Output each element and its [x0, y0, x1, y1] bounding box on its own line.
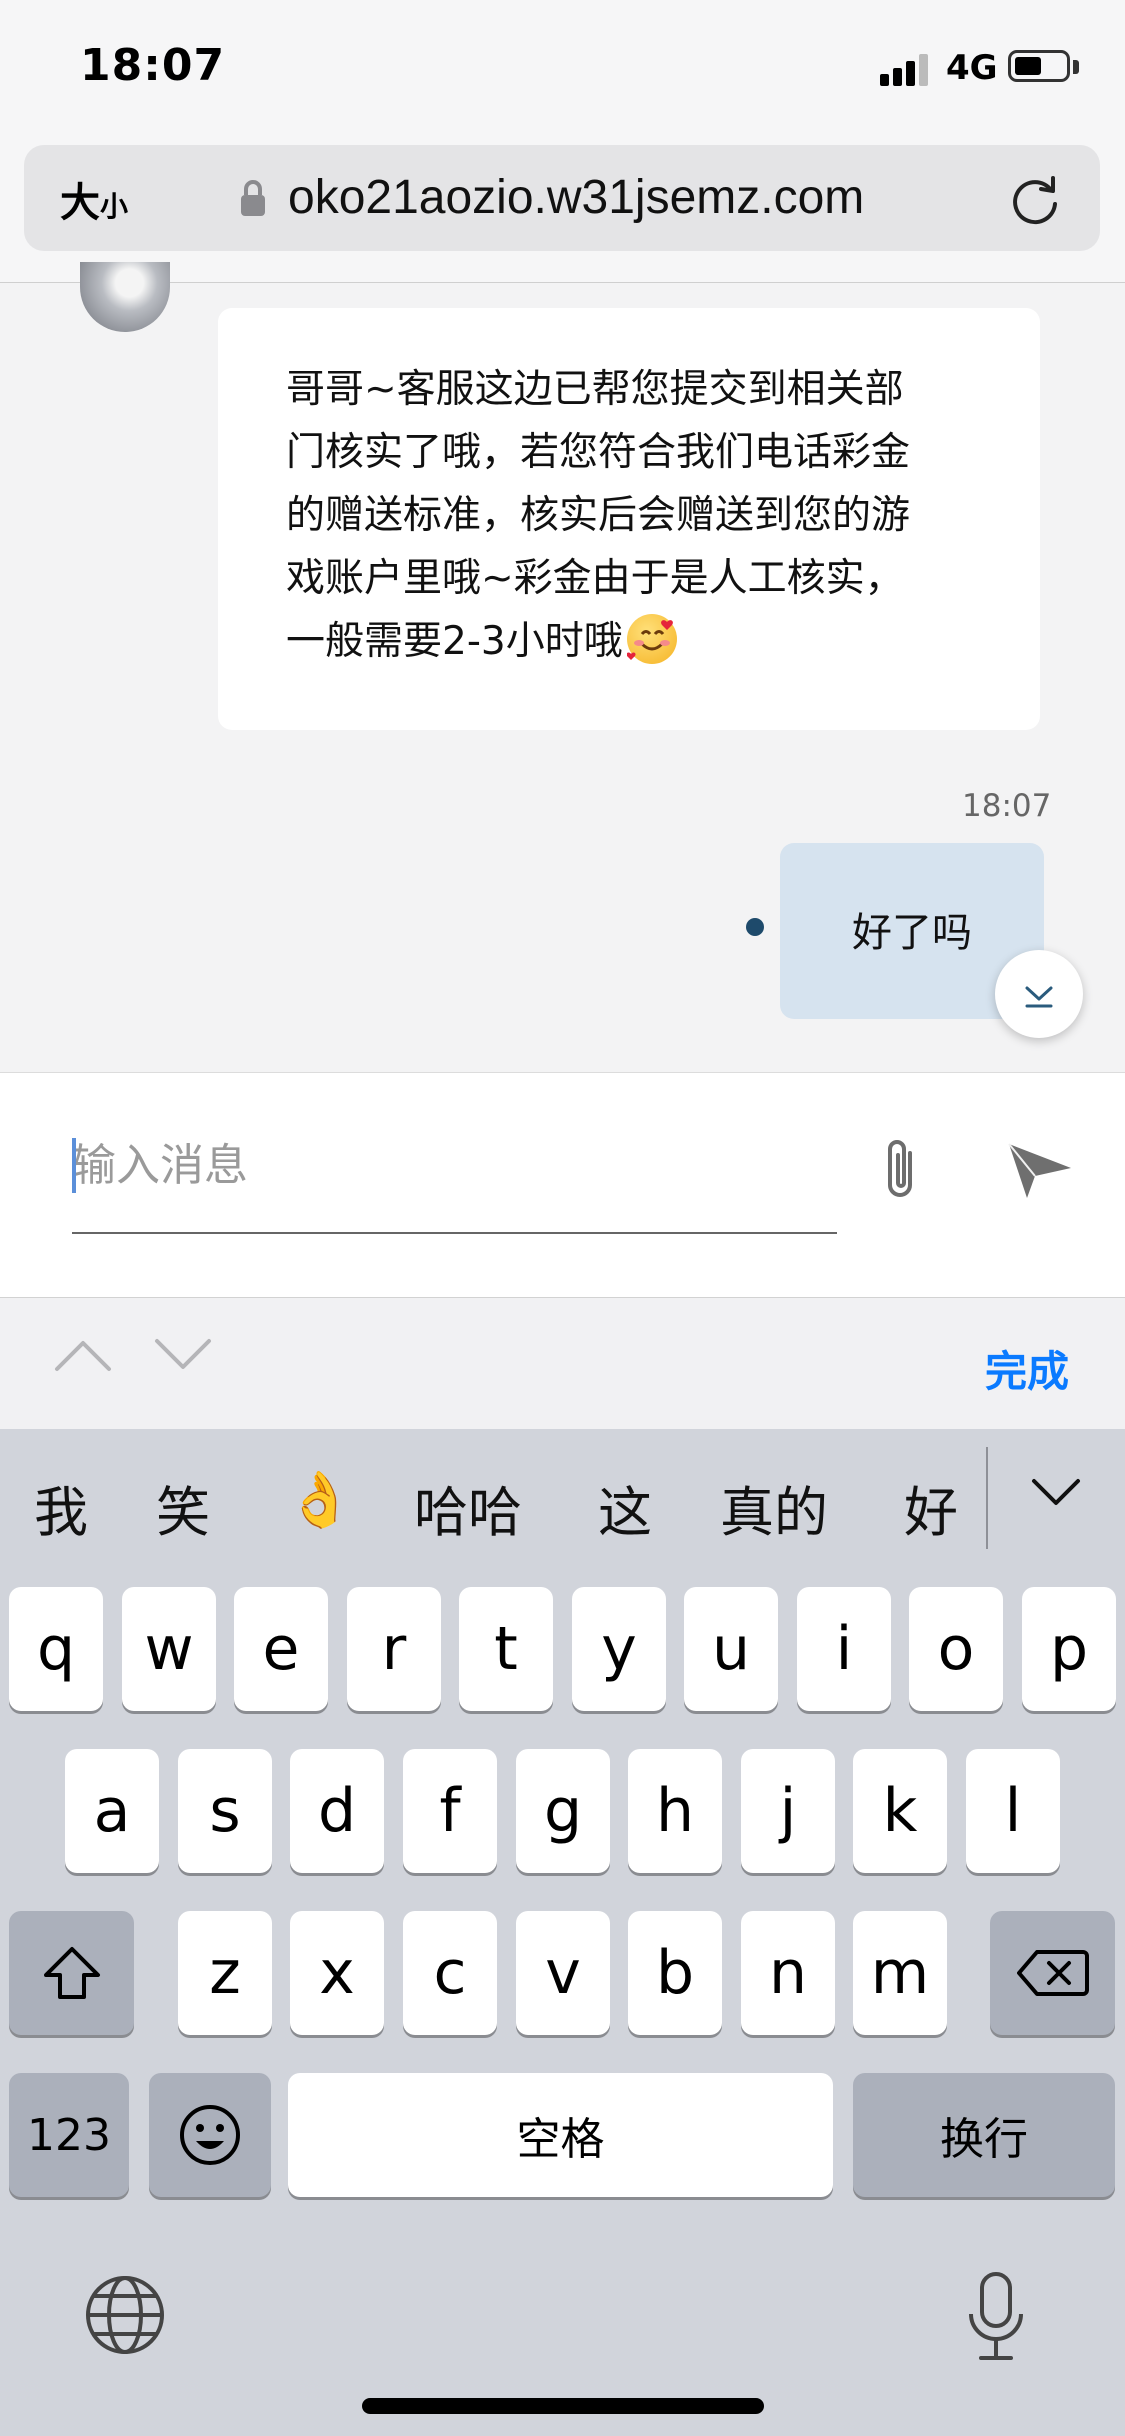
key-n[interactable]: n	[741, 1911, 835, 2035]
signal-icon	[880, 52, 934, 86]
key-i[interactable]: i	[797, 1587, 891, 1711]
key-c[interactable]: c	[403, 1911, 497, 2035]
unread-indicator	[746, 918, 764, 936]
return-key[interactable]: 换行	[853, 2073, 1115, 2197]
emoji-key[interactable]	[149, 2073, 271, 2197]
key-b[interactable]: b	[628, 1911, 722, 2035]
lock-icon	[241, 180, 265, 216]
candidate-word[interactable]: 好	[904, 1468, 958, 1547]
candidate-word[interactable]: 哈哈	[414, 1468, 522, 1547]
message-timestamp: 18:07	[962, 788, 1052, 824]
text-size-big: 大	[60, 180, 100, 226]
shift-icon	[43, 1947, 100, 1999]
key-f[interactable]: f	[403, 1749, 497, 1873]
candidate-word[interactable]: 我	[34, 1468, 88, 1547]
battery-icon	[1008, 50, 1070, 82]
key-q[interactable]: q	[9, 1587, 103, 1711]
candidate-word[interactable]: 笑	[156, 1468, 210, 1547]
text-size-small: 小	[100, 190, 129, 223]
candidate-word[interactable]: 这	[598, 1468, 652, 1547]
key-t[interactable]: t	[459, 1587, 553, 1711]
send-icon[interactable]	[1005, 1140, 1075, 1200]
space-key[interactable]: 空格	[288, 2073, 833, 2197]
key-s[interactable]: s	[178, 1749, 272, 1873]
home-indicator	[362, 2398, 764, 2414]
delete-key[interactable]	[990, 1911, 1115, 2035]
done-button[interactable]: 完成	[985, 1338, 1069, 1399]
agent-avatar	[80, 262, 170, 332]
key-g[interactable]: g	[516, 1749, 610, 1873]
key-u[interactable]: u	[684, 1587, 778, 1711]
network-label: 4G	[946, 48, 998, 88]
key-y[interactable]: y	[572, 1587, 666, 1711]
key-w[interactable]: w	[122, 1587, 216, 1711]
key-p[interactable]: p	[1022, 1587, 1116, 1711]
key-a[interactable]: a	[65, 1749, 159, 1873]
message-input[interactable]	[72, 1130, 832, 1200]
globe-icon[interactable]	[84, 2274, 166, 2356]
emoji-icon	[180, 2105, 240, 2165]
candidate-emoji[interactable]: 👌	[286, 1468, 353, 1532]
scroll-to-bottom-button[interactable]	[995, 950, 1083, 1038]
key-v[interactable]: v	[516, 1911, 610, 2035]
battery-tip	[1073, 60, 1079, 74]
outgoing-message-text: 好了吗	[852, 910, 972, 956]
key-o[interactable]: o	[909, 1587, 1003, 1711]
key-x[interactable]: x	[290, 1911, 384, 2035]
text-size-button[interactable]: 大小	[60, 170, 128, 228]
chevron-down-icon[interactable]	[1030, 1473, 1082, 1513]
key-r[interactable]: r	[347, 1587, 441, 1711]
smiling-face-with-hearts-icon	[626, 614, 677, 664]
candidate-word[interactable]: 真的	[720, 1468, 828, 1547]
microphone-icon[interactable]	[965, 2270, 1027, 2362]
candidate-divider	[986, 1447, 988, 1549]
key-l[interactable]: l	[966, 1749, 1060, 1873]
backspace-icon	[1016, 1950, 1089, 1996]
chevron-up-icon[interactable]	[52, 1335, 114, 1375]
key-m[interactable]: m	[853, 1911, 947, 2035]
key-k[interactable]: k	[853, 1749, 947, 1873]
text-cursor	[72, 1138, 76, 1193]
chevron-down-icon[interactable]	[152, 1335, 214, 1375]
key-e[interactable]: e	[234, 1587, 328, 1711]
key-j[interactable]: j	[741, 1749, 835, 1873]
key-z[interactable]: z	[178, 1911, 272, 2035]
key-d[interactable]: d	[290, 1749, 384, 1873]
chevron-down-icon	[1025, 986, 1053, 1008]
shift-key[interactable]	[9, 1911, 134, 2035]
incoming-message-body: 哥哥~客服这边已帮您提交到相关部 门核实了哦，若您符合我们电话彩金 的赠送标准，…	[286, 367, 911, 664]
url-text[interactable]: oko21aozio.w31jsemz.com	[288, 170, 864, 225]
incoming-message-text: 哥哥~客服这边已帮您提交到相关部 门核实了哦，若您符合我们电话彩金 的赠送标准，…	[286, 358, 986, 673]
input-underline	[72, 1232, 837, 1234]
key-h[interactable]: h	[628, 1749, 722, 1873]
numbers-key[interactable]: 123	[9, 2073, 129, 2197]
paperclip-icon[interactable]	[876, 1135, 926, 1205]
status-time: 18:07	[80, 40, 226, 91]
reload-icon[interactable]	[1005, 170, 1065, 230]
